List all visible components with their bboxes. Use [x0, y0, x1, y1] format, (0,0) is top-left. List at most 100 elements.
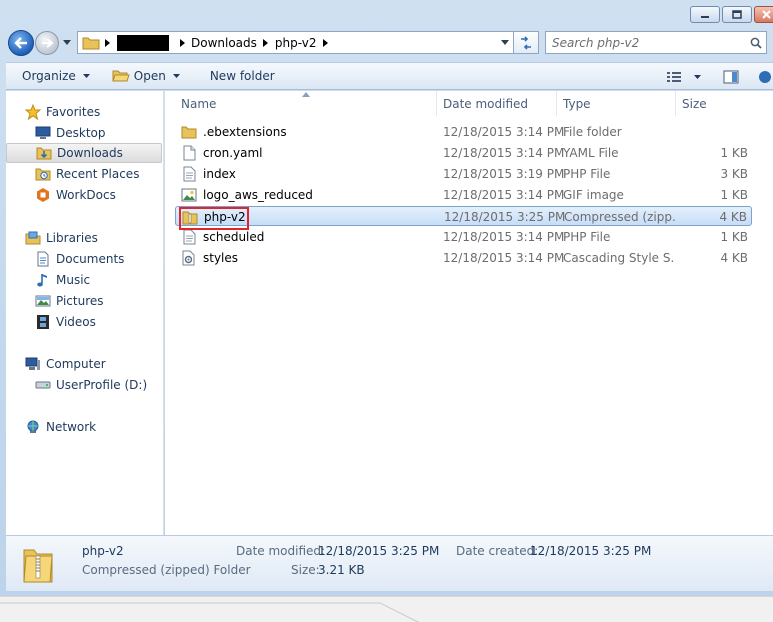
file-row[interactable]: index 12/18/2015 3:19 PM PHP File 3 KB — [175, 164, 752, 184]
file-row[interactable]: .ebextensions 12/18/2015 3:14 PM File fold… — [175, 122, 752, 142]
nav-libraries[interactable]: Libraries — [6, 228, 162, 248]
column-header-date-modified[interactable]: Date modified — [437, 91, 557, 116]
pictures-icon — [34, 293, 52, 309]
file-row[interactable]: logo_aws_reduced 12/18/2015 3:14 PM GIF im… — [175, 185, 752, 205]
details-size-value: 3.21 KB — [318, 563, 365, 577]
zip-folder-icon — [23, 549, 53, 583]
nav-workdocs[interactable]: WorkDocs — [6, 185, 162, 205]
nav-workdocs-label: WorkDocs — [56, 188, 116, 202]
nav-computer[interactable]: Computer — [6, 354, 162, 374]
file-size: 4 KB — [719, 210, 747, 224]
nav-libraries-label: Libraries — [46, 231, 98, 245]
change-view-button[interactable] — [666, 67, 701, 87]
nav-recent-places-label: Recent Places — [56, 167, 140, 181]
search-button[interactable] — [747, 37, 765, 49]
file-type: PHP File — [563, 167, 611, 181]
new-folder-button[interactable]: New folder — [202, 64, 283, 88]
navigation-row: Downloads php-v2 — [0, 28, 773, 58]
music-note-icon — [34, 272, 52, 288]
file-row[interactable]: styles 12/18/2015 3:14 PM Cascading Style … — [175, 248, 752, 268]
nav-userprofile-drive[interactable]: UserProfile (D:) — [6, 375, 162, 395]
organize-button[interactable]: Organize — [14, 64, 98, 88]
breadcrumb-separator[interactable] — [100, 32, 114, 53]
chevron-right-icon — [104, 38, 110, 47]
text-file-icon — [181, 166, 197, 182]
image-file-icon — [181, 187, 197, 203]
nav-documents-label: Documents — [56, 252, 125, 266]
chevron-right-icon — [179, 38, 185, 47]
file-date-modified: 12/18/2015 3:14 PM — [443, 251, 565, 265]
file-name: index — [203, 167, 236, 181]
nav-recent-places[interactable]: Recent Places — [6, 164, 162, 184]
nav-network[interactable]: Network — [6, 417, 162, 437]
documents-icon — [34, 251, 52, 267]
search-input[interactable] — [552, 35, 747, 50]
column-header-name[interactable]: Name — [175, 91, 437, 116]
folder-icon — [181, 124, 197, 140]
minimize-button[interactable] — [690, 6, 720, 23]
nav-documents[interactable]: Documents — [6, 249, 162, 269]
close-icon — [762, 10, 771, 19]
search-icon — [750, 37, 762, 49]
breadcrumb-separator[interactable] — [175, 32, 189, 53]
background-decoration — [0, 602, 420, 622]
column-header-date-label: Date modified — [443, 96, 529, 111]
nav-pictures-label: Pictures — [56, 294, 104, 308]
breadcrumb-separator[interactable] — [259, 32, 273, 53]
file-type: File folder — [563, 125, 622, 139]
column-header-type[interactable]: Type — [557, 91, 676, 116]
minimize-icon — [701, 15, 709, 18]
refresh-button[interactable] — [514, 31, 539, 54]
nav-downloads[interactable]: Downloads — [6, 143, 162, 163]
breadcrumb-separator[interactable] — [319, 32, 333, 53]
column-header-row: Name Date modified Type Size — [165, 91, 773, 116]
column-header-size[interactable]: Size — [676, 91, 742, 116]
file-row[interactable]: cron.yaml 12/18/2015 3:14 PM YAML File 1 KB — [175, 143, 752, 163]
breadcrumb-downloads[interactable]: Downloads — [189, 36, 259, 50]
details-file-type: Compressed (zipped) Folder — [82, 563, 251, 577]
network-icon — [24, 419, 42, 435]
file-row[interactable]: scheduled 12/18/2015 3:14 PM PHP File 1 KB — [175, 227, 752, 247]
nav-computer-label: Computer — [46, 357, 106, 371]
file-size: 1 KB — [720, 146, 748, 160]
file-type: GIF image — [563, 188, 624, 202]
redacted-breadcrumb — [117, 34, 169, 51]
nav-videos-label: Videos — [56, 315, 96, 329]
nav-desktop[interactable]: Desktop — [6, 123, 162, 143]
details-date-modified-label: Date modified: — [236, 544, 326, 558]
file-type: PHP File — [563, 230, 611, 244]
file-name-cell: index — [181, 164, 236, 184]
preview-pane-button[interactable] — [720, 67, 742, 87]
back-button[interactable] — [8, 30, 34, 56]
file-type: YAML File — [563, 146, 619, 160]
help-button[interactable] — [754, 67, 773, 87]
nav-userprofile-label: UserProfile (D:) — [56, 378, 148, 392]
nav-network-label: Network — [46, 420, 97, 434]
nav-videos[interactable]: Videos — [6, 312, 162, 332]
nav-music[interactable]: Music — [6, 270, 162, 290]
search-box[interactable] — [545, 31, 767, 54]
maximize-icon — [732, 10, 742, 19]
details-date-modified-value: 12/18/2015 3:25 PM — [318, 544, 440, 558]
desktop-icon — [34, 125, 52, 141]
maximize-button[interactable] — [722, 6, 752, 23]
file-size: 1 KB — [720, 188, 748, 202]
libraries-icon — [24, 230, 42, 246]
recent-pages-dropdown[interactable] — [62, 38, 71, 47]
nav-favorites[interactable]: Favorites — [6, 102, 162, 122]
file-name-cell: logo_aws_reduced — [181, 185, 313, 205]
nav-pictures[interactable]: Pictures — [6, 291, 162, 311]
file-name: php-v2 — [204, 210, 246, 224]
file-size: 3 KB — [720, 167, 748, 181]
file-date-modified: 12/18/2015 3:25 PM — [444, 210, 566, 224]
forward-button[interactable] — [35, 31, 59, 55]
breadcrumb-php-v2[interactable]: php-v2 — [273, 36, 319, 50]
file-date-modified: 12/18/2015 3:14 PM — [443, 146, 565, 160]
address-history-dropdown[interactable] — [500, 38, 509, 47]
file-row[interactable]: php-v2 12/18/2015 3:25 PM Compressed (zipp… — [175, 206, 752, 226]
file-name: cron.yaml — [203, 146, 263, 160]
close-button[interactable] — [754, 6, 773, 23]
open-button[interactable]: Open — [104, 64, 188, 88]
refresh-icon — [521, 35, 531, 50]
address-bar[interactable]: Downloads php-v2 — [77, 31, 514, 54]
